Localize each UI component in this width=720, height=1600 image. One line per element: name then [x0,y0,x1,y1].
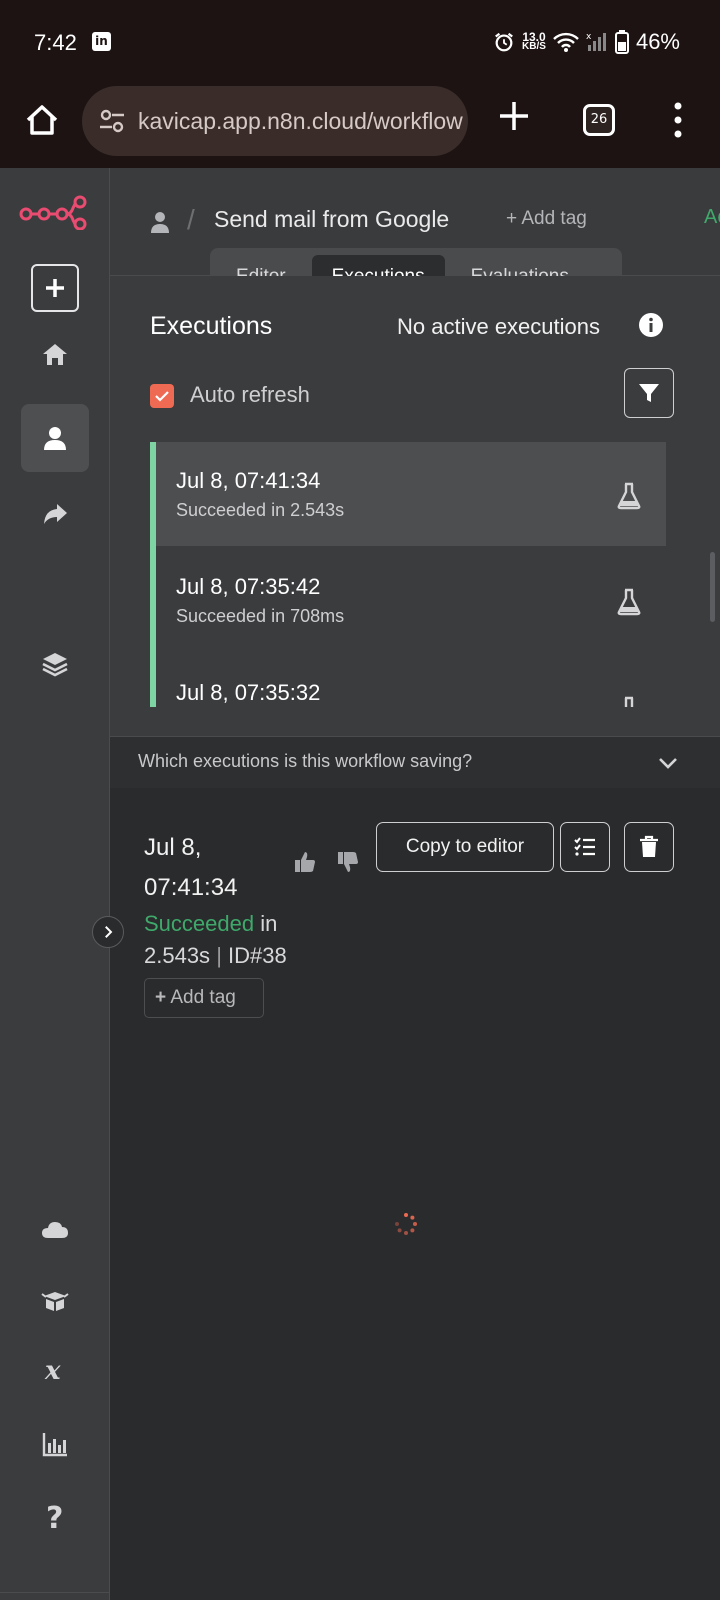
workflow-title[interactable]: Send mail from Google [214,206,449,233]
executions-title: Executions [150,312,273,340]
execution-date: Jul 8, 07:35:32 [176,680,321,705]
detail-duration: 2.543s [144,943,211,968]
sidebar-item-personal[interactable] [21,404,89,472]
svg-text:x: x [44,1356,61,1385]
sidebar-item-help[interactable]: ? [21,1482,89,1550]
executions-panel: Executions No active executions Auto ref… [110,276,720,736]
detail-date-line2: 07:41:34 [144,874,238,901]
list-check-icon [574,837,595,856]
execution-row[interactable]: Jul 8, 07:35:42 Succeeded in 708ms [156,548,666,652]
chevron-right-icon [105,926,113,938]
battery-level: 46% [635,29,680,54]
bar-chart-icon [42,1433,67,1457]
sidebar-item-shared[interactable] [21,480,89,548]
expand-sidebar-button[interactable] [92,916,124,948]
sidebar-item-variables[interactable]: x [21,1336,89,1404]
info-icon[interactable] [638,312,664,338]
address-bar[interactable]: kavicap.app.n8n.cloud/workflow [82,86,468,156]
layers-icon [42,653,68,677]
detail-date-line1: Jul 8, [144,834,202,861]
execution-date: Jul 8, 07:41:34 [176,468,321,493]
tab-switcher-button[interactable]: 26 [583,104,615,136]
plus-icon: + [155,987,167,1008]
sidebar-item-templates[interactable] [21,1266,89,1334]
sidebar-item-cloud[interactable] [21,1196,89,1264]
sidebar-divider [0,1592,110,1593]
home-icon[interactable] [22,100,62,140]
execution-status: Succeeded in 708ms [176,606,345,626]
filter-icon [639,384,659,402]
site-settings-icon[interactable] [98,107,126,135]
status-icons: 13.0 KB/S x 46% [493,29,680,55]
wifi-icon [553,32,579,52]
thumbs-down-icon[interactable] [336,850,360,874]
active-executions-status: No active executions [397,314,600,339]
browser-menu-icon[interactable] [668,100,688,140]
sidebar-item-projects[interactable] [21,630,89,698]
loading-spinner-icon [395,1213,417,1235]
create-button[interactable] [21,254,89,322]
check-icon [155,391,169,402]
flask-icon[interactable] [616,588,642,616]
copy-to-editor-button[interactable]: Copy to editor [376,822,554,872]
n8n-logo-icon[interactable] [18,194,88,230]
share-icon [44,504,67,524]
question-icon: ? [46,1501,63,1531]
breadcrumb-separator: / [187,204,195,235]
linkedin-icon: in [92,32,111,51]
saving-settings-accordion[interactable]: Which executions is this workflow saving… [110,736,720,788]
new-tab-icon[interactable] [496,98,532,134]
flask-icon[interactable] [616,482,642,510]
flask-icon[interactable] [616,696,642,707]
retry-list-button[interactable] [560,822,610,872]
scrollbar[interactable] [710,552,715,622]
thumbs-up-icon[interactable] [293,850,317,874]
execution-detail-date: Jul 8, 07:41:34 [144,828,294,908]
status-bar: 7:42 in 13.0 KB/S x 46% [0,0,720,76]
execution-row[interactable]: Jul 8, 07:41:34 Succeeded in 2.543s [156,442,666,546]
status-succeeded: Succeeded [144,911,255,936]
filter-button[interactable] [624,368,674,418]
execution-status: Succeeded in 2.543s [176,500,345,520]
variable-x-icon: x [44,1356,61,1385]
workflow-header: / Send mail from Google + Add tag Ac Edi… [110,168,720,306]
auto-refresh-label[interactable]: Auto refresh [190,382,310,408]
plus-icon [46,279,64,297]
signal-icon: x [586,32,606,51]
executions-list: Jul 8, 07:41:34 Succeeded in 2.543s Jul … [150,442,672,707]
box-open-icon [41,1292,69,1311]
battery-icon [614,30,629,54]
user-icon [151,212,169,233]
sidebar-item-overview[interactable] [21,320,89,388]
execution-row[interactable]: Jul 8, 07:35:32 [156,654,666,707]
detail-id: ID#38 [228,943,287,968]
main-content: / Send mail from Google + Add tag Ac Edi… [92,168,720,1600]
alarm-icon [495,32,513,52]
cloud-icon [42,1222,68,1238]
url-text: kavicap.app.n8n.cloud/workflow [138,107,463,134]
delete-button[interactable] [624,822,674,872]
active-toggle-label[interactable]: Ac [704,206,720,229]
user-icon [44,427,66,450]
execution-detail-status: Succeeded in 2.543s | ID#38 [144,911,287,968]
clock: 7:42 [34,30,77,55]
network-speed: 13.0 KB/S [522,30,546,52]
saving-question: Which executions is this workflow saving… [138,751,473,771]
home-icon [43,344,67,365]
detail-add-tag-button[interactable]: + Add tag [144,978,264,1018]
svg-text:x: x [586,32,592,42]
add-tag-link[interactable]: + Add tag [506,208,587,230]
browser-toolbar: kavicap.app.n8n.cloud/workflow 26 [0,76,720,168]
svg-text:?: ? [46,1501,63,1531]
trash-icon [640,835,658,857]
sidebar-item-insights[interactable] [21,1410,89,1478]
app-sidebar: x ? [0,168,110,1600]
auto-refresh-checkbox[interactable] [150,384,174,408]
chevron-down-icon[interactable] [656,751,680,775]
execution-date: Jul 8, 07:35:42 [176,574,321,599]
